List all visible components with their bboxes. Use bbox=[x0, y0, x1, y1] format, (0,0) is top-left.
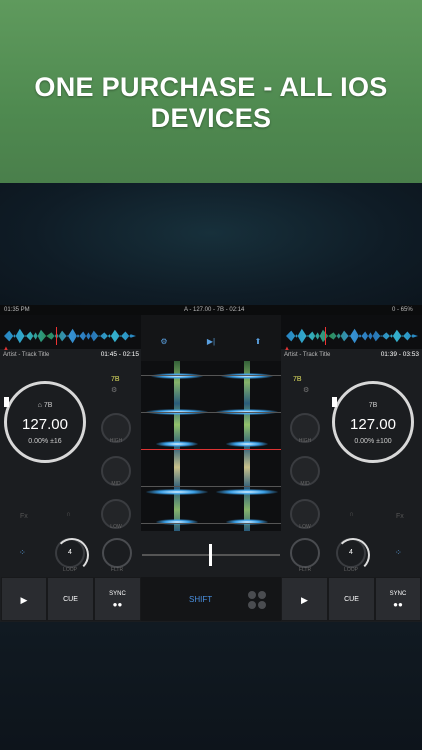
shift-button[interactable]: SHIFT bbox=[189, 595, 212, 604]
left-eq-mid-label: MID bbox=[111, 481, 121, 487]
play-icon: ▶ bbox=[301, 595, 308, 605]
blurred-background-top bbox=[0, 183, 422, 308]
left-overview-waveform[interactable] bbox=[0, 315, 141, 349]
headphones-icon[interactable]: ∩ bbox=[66, 511, 71, 518]
playhead-line bbox=[141, 449, 281, 450]
upload-icon[interactable]: ⬆ bbox=[253, 337, 263, 347]
right-track-time: 01:39 - 03:53 bbox=[380, 351, 419, 358]
right-track-row: ▲ Artist - Track Title 01:39 - 03:53 bbox=[284, 346, 419, 361]
headphones-icon[interactable]: ∩ bbox=[349, 511, 354, 518]
waveform-peak bbox=[216, 489, 278, 495]
left-settings-small-icon[interactable]: ⚙ bbox=[111, 386, 117, 394]
left-key-row: ⌂ 7B bbox=[7, 402, 83, 409]
left-play-button[interactable]: ▶ bbox=[1, 577, 47, 621]
left-track-row: ▲ Artist - Track Title 01:45 - 02:15 bbox=[3, 346, 139, 361]
crossfader-handle[interactable] bbox=[209, 544, 212, 566]
left-key-small: 7B bbox=[111, 376, 120, 383]
beat-grid-line bbox=[141, 375, 281, 376]
sync-dots-icon: ●● bbox=[112, 600, 123, 609]
left-loop-knob[interactable]: 4 bbox=[55, 538, 89, 572]
left-track-time: 01:45 - 02:15 bbox=[100, 351, 139, 358]
waveform-peak bbox=[226, 519, 268, 525]
waveform-peak bbox=[151, 373, 203, 379]
shift-panel: SHIFT bbox=[141, 577, 281, 621]
left-sync-button[interactable]: SYNC ●● bbox=[94, 577, 141, 621]
left-deck: ⌂ 7B 127.00 0.00% ±16 7B ⚙ HIGH MID LOW … bbox=[0, 361, 141, 531]
right-track-title: Artist - Track Title bbox=[284, 352, 331, 358]
right-sync-label: SYNC bbox=[389, 591, 407, 597]
dj-app: 01:35 PM A - 127.00 - 7B - 02:14 0 - 65%… bbox=[0, 305, 422, 622]
right-loop-label: LOOP bbox=[344, 567, 358, 573]
waveform-peak bbox=[156, 519, 198, 525]
right-key: 7B bbox=[368, 402, 378, 409]
center-top-panel: ⚙ ▶| ⬆ bbox=[141, 315, 281, 361]
right-cue-button[interactable]: CUE bbox=[328, 577, 375, 621]
left-loop-label: LOOP bbox=[63, 567, 77, 573]
left-fx-label[interactable]: Fx bbox=[20, 513, 28, 520]
left-filter-label: FLTR bbox=[110, 567, 124, 573]
promo-banner: ONE PURCHASE - ALL IOS DEVICES bbox=[0, 0, 422, 183]
left-cue-button[interactable]: CUE bbox=[47, 577, 94, 621]
beat-grid-line bbox=[141, 412, 281, 413]
left-playhead bbox=[56, 327, 57, 345]
gear-icon[interactable]: ⚙ bbox=[159, 337, 169, 347]
left-key: 7B bbox=[43, 402, 53, 409]
sync-dots-icon: ●● bbox=[393, 600, 403, 609]
right-cue-label: CUE bbox=[344, 596, 359, 603]
right-jog-wheel[interactable]: 7B 127.00 0.00% ±100 bbox=[332, 381, 414, 463]
left-eq-high-label: HIGH bbox=[109, 438, 123, 444]
left-sync-label: SYNC bbox=[109, 591, 126, 597]
right-eq-low-label: LOW bbox=[299, 524, 311, 530]
grid-icon[interactable]: ⁘ bbox=[395, 549, 403, 557]
play-skip-icon[interactable]: ▶| bbox=[206, 337, 216, 347]
right-eq-high-label: HIGH bbox=[298, 438, 312, 444]
left-eq-low-label: LOW bbox=[110, 524, 122, 530]
banner-headline: ONE PURCHASE - ALL IOS DEVICES bbox=[34, 72, 388, 133]
waveform-waterfall[interactable] bbox=[141, 361, 281, 531]
right-loop-knob[interactable]: 4 bbox=[336, 538, 370, 572]
blurred-background-bottom bbox=[0, 622, 422, 750]
left-pitch: 0.00% ±16 bbox=[28, 438, 62, 445]
left-cue-label: CUE bbox=[63, 596, 78, 603]
play-icon: ▶ bbox=[20, 595, 28, 605]
left-filter-knob[interactable] bbox=[102, 538, 132, 568]
left-jog-wheel[interactable]: ⌂ 7B 127.00 0.00% ±16 bbox=[4, 381, 86, 463]
status-time: 01:35 PM bbox=[4, 307, 30, 313]
right-bpm: 127.00 bbox=[350, 416, 396, 433]
right-key-small: 7B bbox=[293, 376, 302, 383]
left-waveform-graphic bbox=[4, 328, 136, 344]
left-track-title: Artist - Track Title bbox=[3, 352, 50, 358]
beat-grid-line bbox=[141, 486, 281, 487]
grid-icon[interactable]: ⁘ bbox=[19, 549, 27, 557]
waveform-peak bbox=[221, 373, 273, 379]
right-jog-marker bbox=[332, 397, 337, 407]
left-jog-marker bbox=[4, 397, 9, 407]
right-pitch: 0.00% ±100 bbox=[354, 438, 392, 445]
status-battery: 0 - 65% bbox=[392, 307, 413, 313]
right-fx-label[interactable]: Fx bbox=[396, 513, 404, 520]
right-playhead bbox=[325, 327, 326, 345]
status-center-info: A - 127.00 - 7B - 02:14 bbox=[184, 307, 245, 313]
right-deck: 7B 127.00 0.00% ±100 7B ⚙ HIGH MID LOW ∩… bbox=[281, 361, 422, 531]
right-play-button[interactable]: ▶ bbox=[281, 577, 328, 621]
right-settings-small-icon[interactable]: ⚙ bbox=[303, 386, 309, 394]
waveform-peak bbox=[146, 489, 208, 495]
right-sync-button[interactable]: SYNC ●● bbox=[375, 577, 421, 621]
right-eq-mid-label: MID bbox=[300, 481, 310, 487]
pads-icon[interactable] bbox=[248, 591, 268, 611]
right-overview-waveform[interactable] bbox=[281, 315, 422, 349]
waveform-peak bbox=[226, 441, 268, 447]
beat-grid-line bbox=[141, 523, 281, 524]
right-filter-label: FLTR bbox=[298, 567, 312, 573]
waveform-peak bbox=[156, 441, 198, 447]
right-filter-knob[interactable] bbox=[290, 538, 320, 568]
left-bpm: 127.00 bbox=[22, 416, 68, 433]
right-waveform-graphic bbox=[286, 328, 418, 344]
status-bar: 01:35 PM A - 127.00 - 7B - 02:14 0 - 65% bbox=[0, 305, 422, 315]
